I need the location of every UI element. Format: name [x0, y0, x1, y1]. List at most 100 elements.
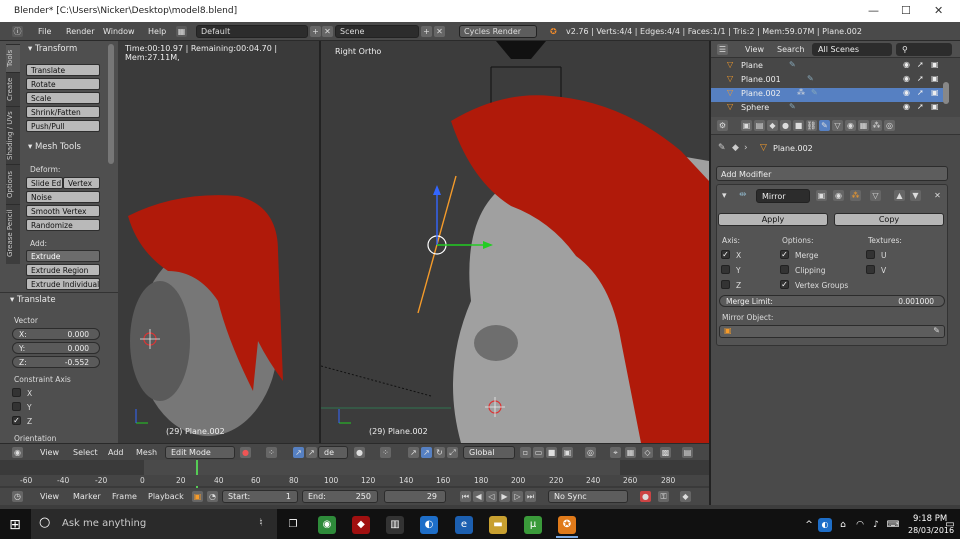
render-camera-icon[interactable]: ▣ — [931, 102, 939, 111]
particles-tab-icon[interactable]: ⁂ — [871, 120, 882, 131]
constraint-y-checkbox[interactable] — [12, 402, 21, 411]
apply-button[interactable]: Apply — [718, 213, 828, 226]
mode-select[interactable]: Edit Mode — [165, 446, 235, 459]
tab-tools[interactable]: Tools — [6, 44, 20, 72]
shading-solid-icon[interactable]: ● — [354, 447, 365, 458]
menu-help[interactable]: Help — [148, 27, 166, 36]
translate-button[interactable]: Translate — [26, 64, 100, 76]
shrink-fatten-button[interactable]: Shrink/Fatten — [26, 106, 100, 118]
texture-v-checkbox[interactable] — [866, 265, 875, 274]
add-scene-icon[interactable]: + — [421, 26, 432, 37]
mesh-tools-panel-title[interactable]: ▾ Mesh Tools — [28, 142, 81, 152]
edge-browser-icon[interactable]: e — [455, 516, 473, 534]
file-explorer-icon[interactable]: ▬ — [489, 516, 507, 534]
randomize-button[interactable]: Randomize — [26, 219, 100, 231]
outliner-row[interactable]: ▽ Plane.001 ✎ ◉ ➚ ▣ — [711, 74, 949, 88]
data-tab-icon[interactable]: ▽ — [832, 120, 843, 131]
collapse-arrow-icon[interactable]: ▾ — [722, 191, 727, 201]
rotate-button[interactable]: Rotate — [26, 78, 100, 90]
remove-scene-icon[interactable]: ✕ — [434, 26, 445, 37]
tab-create[interactable]: Create — [6, 72, 20, 106]
vertex-select-icon[interactable]: ▫ — [520, 447, 531, 458]
translate-panel-title[interactable]: ▾ Translate — [10, 295, 56, 305]
slide-edge-button[interactable]: Slide Ed — [26, 177, 63, 189]
timeline-editor-icon[interactable]: ◷ — [12, 491, 23, 502]
move-up-icon[interactable]: ▲ — [894, 190, 905, 201]
view-mode-field[interactable]: de — [318, 446, 348, 459]
lock-range-icon[interactable]: ◔ — [207, 491, 218, 502]
physics-tab-icon[interactable]: ◎ — [884, 120, 895, 131]
vector-x-field[interactable]: X: 0.000 — [12, 328, 100, 340]
move-down-icon[interactable]: ▼ — [910, 190, 921, 201]
viewport-split[interactable] — [319, 41, 321, 443]
scene-tab-icon[interactable]: ◆ — [767, 120, 778, 131]
world-tab-icon[interactable]: ● — [780, 120, 791, 131]
menu-select[interactable]: Select — [73, 448, 98, 457]
snap-element-icon[interactable]: ▦ — [625, 447, 636, 458]
store-icon[interactable]: ▥ — [386, 516, 404, 534]
timeline-menu-view[interactable]: View — [40, 492, 59, 501]
outliner-menu-search[interactable]: Search — [777, 45, 804, 54]
jump-keyframe-back-icon[interactable]: ◀ — [473, 491, 484, 502]
modifiers-tab-icon[interactable]: ✎ — [819, 120, 830, 131]
translate-manipulator-icon[interactable]: ↗ — [306, 447, 317, 458]
jump-keyframe-forward-icon[interactable]: ▷ — [512, 491, 523, 502]
show-editmode-icon[interactable]: ⁂ — [850, 190, 861, 201]
vector-y-field[interactable]: Y: 0.000 — [12, 342, 100, 354]
axis-z-checkbox[interactable] — [721, 280, 730, 289]
scale-manipulator-icon[interactable]: ⤢ — [447, 447, 458, 458]
timeline-menu-playback[interactable]: Playback — [148, 492, 184, 501]
rotate-manipulator-icon[interactable]: ↻ — [434, 447, 445, 458]
show-cage-icon[interactable]: ▽ — [870, 190, 881, 201]
outliner-row-selected[interactable]: ▽ Plane.002 ⁂ ✎ ◉ ➚ ▣ — [711, 88, 949, 102]
minimize-button[interactable]: — — [868, 4, 879, 17]
play-reverse-icon[interactable]: ◁ — [486, 491, 497, 502]
add-layout-icon[interactable]: + — [310, 26, 321, 37]
blender-taskbar-icon[interactable]: ✪ — [558, 516, 576, 534]
render-camera-icon[interactable]: ▣ — [931, 60, 939, 69]
constraint-x-checkbox[interactable] — [12, 388, 21, 397]
clock-time[interactable]: 9:18 PM — [913, 514, 947, 524]
outliner-row[interactable]: ▽ Plane ✎ ◉ ➚ ▣ — [711, 60, 949, 74]
smooth-vertex-button[interactable]: Smooth Vertex — [26, 205, 100, 217]
eyedropper-icon[interactable]: ✎ — [933, 326, 940, 335]
wifi-icon[interactable]: ◠ — [853, 516, 867, 534]
outliner-menu-view[interactable]: View — [745, 45, 764, 54]
play-icon[interactable]: ▶ — [499, 491, 510, 502]
display-mode-select[interactable]: All Scenes — [812, 43, 892, 56]
close-button[interactable]: ✕ — [934, 4, 943, 17]
current-frame-field[interactable]: 29 — [384, 490, 446, 503]
extrude-individual-button[interactable]: Extrude Individual — [26, 278, 100, 290]
translate-icon-right[interactable]: ↗ — [421, 447, 432, 458]
mirror-object-field[interactable]: ▣ ✎ — [719, 325, 945, 338]
viewport-left[interactable]: Time:00:10.97 | Remaining:00:04.70 | Mem… — [118, 41, 320, 443]
render-preview-icon[interactable]: ▩ — [660, 447, 671, 458]
object-tab-icon[interactable]: ■ — [793, 120, 804, 131]
show-hidden-icons[interactable]: ^ — [800, 516, 818, 534]
render-layers-tab-icon[interactable]: ▤ — [754, 120, 765, 131]
transform-orientation-select[interactable]: Global — [463, 446, 515, 459]
visibility-eye-icon[interactable]: ◉ — [903, 88, 910, 97]
tray-app-icon[interactable]: ◐ — [818, 518, 832, 532]
viewport-shading-icon[interactable]: ● — [240, 447, 251, 458]
show-viewport-icon[interactable]: ◉ — [833, 190, 844, 201]
layout-field[interactable]: Default — [196, 25, 308, 38]
render-tab-icon[interactable]: ▣ — [741, 120, 752, 131]
visibility-eye-icon[interactable]: ◉ — [903, 74, 910, 83]
windows-start-icon[interactable]: ⊞ — [6, 516, 24, 534]
end-frame-field[interactable]: End: 250 — [302, 490, 378, 503]
screen-layout-icon[interactable]: ▦ — [176, 26, 187, 37]
outliner-row[interactable]: ▽ Sphere ✎ ◉ ➚ ▣ — [711, 102, 949, 116]
extrude-region-button[interactable]: Extrude Region — [26, 264, 100, 276]
vertex-groups-checkbox[interactable]: ✓ — [780, 280, 789, 289]
maximize-button[interactable]: ☐ — [901, 4, 911, 17]
outliner-scrollbar[interactable] — [943, 82, 949, 104]
merge-limit-field[interactable]: Merge Limit: 0.001000 — [719, 295, 945, 307]
show-render-icon[interactable]: ▣ — [816, 190, 827, 201]
timeline-menu-marker[interactable]: Marker — [73, 492, 101, 501]
insert-keyframe-icon[interactable]: ◆ — [680, 491, 691, 502]
edge-select-icon[interactable]: ▭ — [533, 447, 544, 458]
snap-toggle-icon[interactable]: ⌖ — [610, 447, 621, 458]
action-center-icon[interactable]: ▭ — [944, 516, 956, 534]
tool-shelf-scrollbar[interactable] — [108, 44, 114, 164]
